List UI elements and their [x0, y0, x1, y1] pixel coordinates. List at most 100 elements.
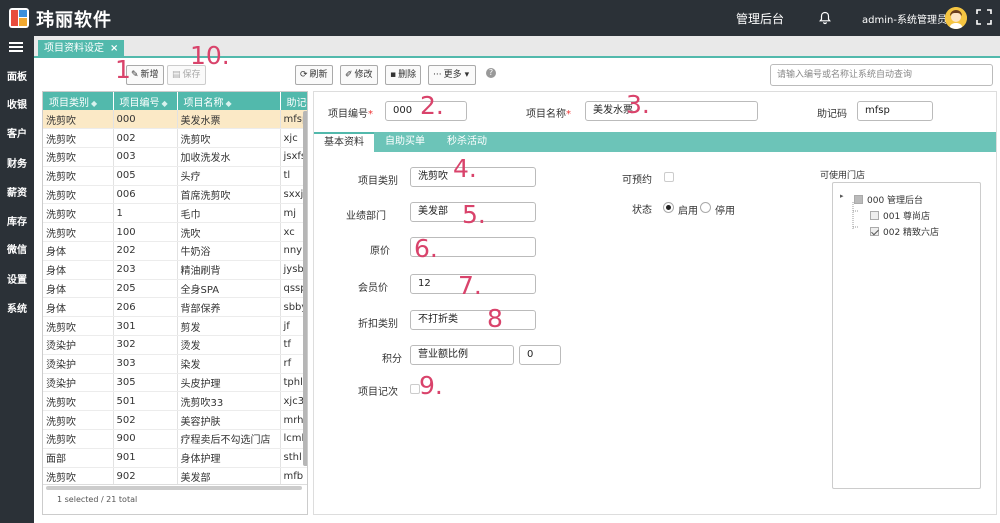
tree-checkbox[interactable]: [870, 211, 879, 220]
sidebar-item-wechat[interactable]: 微信: [0, 241, 34, 256]
table-cell: 面部: [43, 448, 114, 468]
column-header-category[interactable]: 项目类别 ◆: [43, 92, 114, 110]
edit-button[interactable]: ✐ 修改: [340, 65, 378, 85]
tab-basic-info[interactable]: 基本资料: [314, 132, 374, 152]
points-mode-select[interactable]: 营业额比例: [410, 345, 514, 365]
search-input[interactable]: [770, 64, 993, 86]
close-icon[interactable]: ×: [110, 43, 118, 54]
table-row[interactable]: 面部 901 身体护理 sthl: [43, 448, 307, 468]
table-row[interactable]: 洗剪吹 301 剪发 jf: [43, 316, 307, 337]
table-cell: 洗剪吹: [43, 429, 114, 449]
horizontal-scrollbar[interactable]: [46, 486, 302, 490]
table-row[interactable]: 洗剪吹 100 洗吹 xc: [43, 222, 307, 243]
table-row[interactable]: 烫染护 305 头皮护理 tphl: [43, 373, 307, 393]
status-disabled-radio[interactable]: [700, 202, 711, 213]
table-row[interactable]: 洗剪吹 900 疗程卖后不勾选门店 lcmh: [43, 429, 307, 449]
count-label: 项目记次: [358, 387, 398, 398]
points-label: 积分: [382, 354, 402, 365]
table-row[interactable]: 洗剪吹 006 首席洗剪吹 sxxjc: [43, 185, 307, 205]
table-cell: 203: [113, 260, 178, 280]
table-row[interactable]: 烫染护 302 烫发 tf: [43, 335, 307, 355]
annotation-6: 6.: [414, 234, 438, 263]
annotation-3: 3.: [626, 90, 650, 119]
table-cell: 烫染护: [43, 373, 114, 393]
name-field[interactable]: 美发水票: [585, 101, 758, 121]
tree-root-node[interactable]: 000 管理后台: [854, 193, 923, 206]
sidebar-item-cashier[interactable]: 收银: [0, 96, 34, 111]
table-cell: 901: [113, 448, 178, 468]
table-row[interactable]: 身体 203 精油刷背 jysb: [43, 260, 307, 280]
table-row[interactable]: 洗剪吹 002 洗剪吹 xjc: [43, 128, 307, 149]
column-header-code[interactable]: 项目编号 ◆: [113, 92, 178, 110]
help-icon[interactable]: ?: [486, 68, 496, 78]
mnemonic-field[interactable]: mfsp: [857, 101, 933, 121]
tree-node-store-002[interactable]: 002 精致六店: [870, 225, 939, 238]
tab-self-checkout[interactable]: 自助买单: [375, 132, 435, 152]
sidebar-item-settings[interactable]: 设置: [0, 271, 34, 286]
column-header-label: 项目名称: [183, 97, 224, 109]
table-cell: 疗程卖后不勾选门店: [177, 429, 281, 449]
bell-icon[interactable]: [818, 11, 832, 25]
table-body: 洗剪吹 000 美发水票 mfsp 洗剪吹 002 洗剪吹 xjc 洗剪吹 003 加收洗发水 jsx…: [43, 110, 307, 487]
tab-strip: 项目资料设定 ×: [34, 36, 1000, 58]
table-cell: 头皮护理: [177, 373, 281, 393]
sidebar-item-system[interactable]: 系统: [0, 300, 34, 315]
delete-button[interactable]: ▪ 删除: [385, 65, 422, 85]
sidebar-item-customers[interactable]: 客户: [0, 125, 34, 140]
table-row[interactable]: 洗剪吹 003 加收洗发水 jsxfs: [43, 147, 307, 167]
bookable-checkbox[interactable]: [664, 172, 674, 182]
add-button[interactable]: ✎ 新增: [126, 65, 164, 85]
table-cell: 身体: [43, 297, 114, 318]
tree-node-store-001[interactable]: 001 尊尚店: [870, 209, 930, 222]
app-title: 玮丽软件: [36, 10, 112, 31]
table-cell: 301: [113, 316, 178, 337]
table-cell: 302: [113, 335, 178, 355]
column-header-mnemonic[interactable]: 助记码: [280, 92, 307, 110]
sidebar: 面板 收银 客户 财务 薪资 库存 微信 设置 系统: [0, 36, 34, 523]
more-dropdown[interactable]: ··· 更多 ▾: [428, 65, 477, 85]
required-mark: *: [368, 109, 373, 120]
table-cell: 加收洗发水: [177, 147, 281, 167]
tab-flash-sale[interactable]: 秒杀活动: [437, 132, 497, 152]
sidebar-item-salary[interactable]: 薪资: [0, 184, 34, 199]
discount-select[interactable]: 不打折类: [410, 310, 536, 330]
mnemonic-label: 助记码: [817, 109, 847, 120]
column-header-label: 项目编号: [119, 97, 160, 109]
table-row[interactable]: 身体 202 牛奶浴 nny: [43, 241, 307, 261]
sidebar-item-finance[interactable]: 财务: [0, 155, 34, 170]
admin-title[interactable]: 管理后台: [736, 10, 784, 27]
table-cell: 202: [113, 241, 178, 261]
table-row[interactable]: 洗剪吹 502 美容护肤 mrhf: [43, 410, 307, 431]
table-row[interactable]: 身体 206 背部保养 sbby: [43, 297, 307, 318]
sidebar-item-inventory[interactable]: 库存: [0, 213, 34, 228]
user-name[interactable]: admin-系统管理员: [862, 11, 947, 26]
table-cell: 洗剪吹: [43, 147, 114, 167]
status-label: 状态: [632, 205, 652, 216]
table-row[interactable]: 洗剪吹 1 毛巾 mj: [43, 203, 307, 224]
edit-button-label: 修改: [354, 70, 373, 80]
table-row[interactable]: 烫染护 303 染发 rf: [43, 354, 307, 374]
tree-checkbox[interactable]: [854, 195, 863, 204]
points-field[interactable]: 0: [519, 345, 561, 365]
tree-checkbox[interactable]: [870, 227, 879, 236]
table-row[interactable]: 洗剪吹 000 美发水票 mfsp: [43, 110, 307, 130]
status-enabled-radio[interactable]: [663, 202, 674, 213]
avatar[interactable]: [945, 7, 967, 29]
status-disabled-label: 停用: [715, 206, 735, 217]
sidebar-item-panel[interactable]: 面板: [0, 68, 34, 83]
table-row[interactable]: 洗剪吹 005 头疗 tl: [43, 166, 307, 186]
table-row[interactable]: 身体 205 全身SPA qssp: [43, 279, 307, 299]
column-header-name[interactable]: 项目名称 ◆: [177, 92, 281, 110]
menu-toggle-icon[interactable]: [9, 42, 23, 52]
annotation-5: 5.: [462, 200, 486, 229]
table-cell: 206: [113, 297, 178, 318]
table-cell: 洗剪吹: [43, 410, 114, 431]
dept-label: 业绩部门: [346, 211, 386, 222]
tab-project-settings[interactable]: 项目资料设定 ×: [38, 40, 125, 58]
table-row[interactable]: 洗剪吹 501 洗剪吹33 xjc33: [43, 391, 307, 412]
tree-collapse-icon[interactable]: ▸: [840, 192, 844, 200]
fullscreen-icon[interactable]: [976, 9, 992, 25]
refresh-button[interactable]: ⟳ 刷新: [295, 65, 333, 85]
table-cell: 身体: [43, 279, 114, 299]
top-bar: 玮丽软件 管理后台 admin-系统管理员: [0, 0, 1000, 36]
